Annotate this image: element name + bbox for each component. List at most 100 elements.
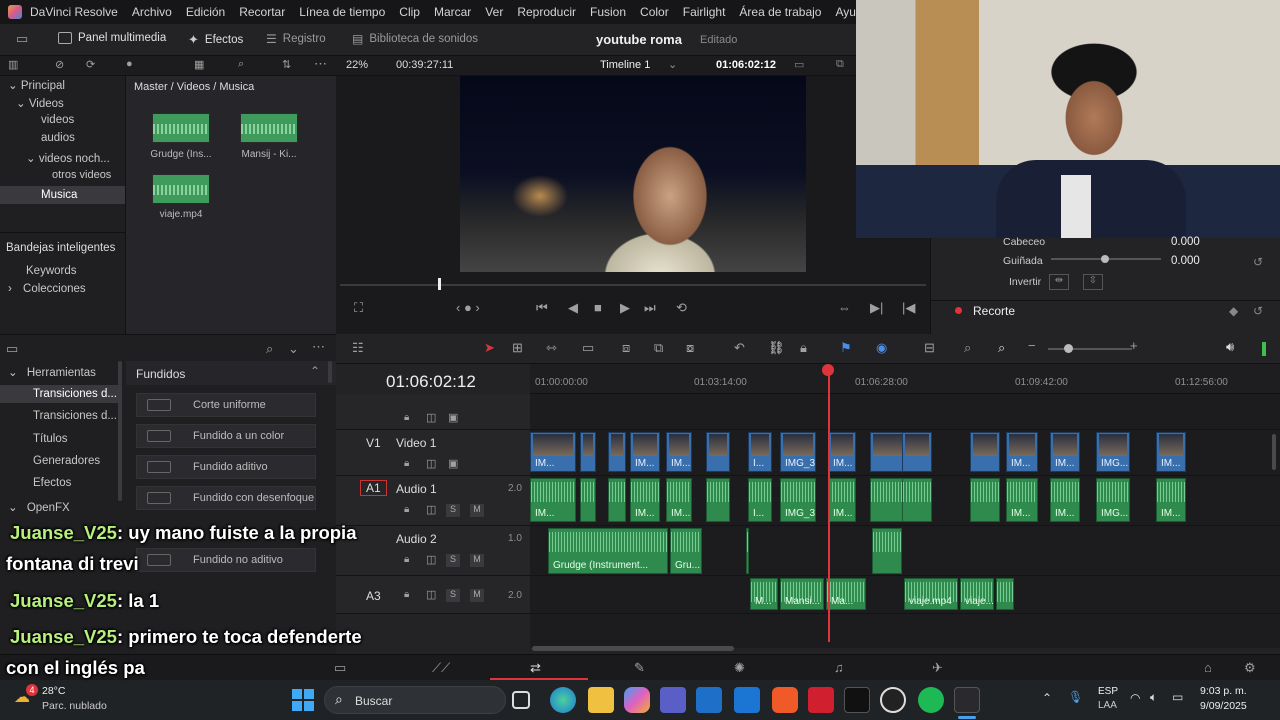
video-clip[interactable]: IM... [1050,432,1080,472]
zoom-level[interactable]: 22% [346,59,368,71]
keyboard-layout[interactable]: LAA [1098,700,1117,711]
file-explorer-icon[interactable] [588,687,614,713]
fairlight-page-icon[interactable]: ♫ [834,660,844,675]
bin-audios[interactable]: audios [41,132,75,144]
menu-linea-tiempo[interactable]: Línea de tiempo [299,5,385,19]
track-lane-v1[interactable]: IM... IM... IM... I... IMG_3... IM... IM... IM.… [530,430,1280,476]
microphone-icon[interactable]: 🎙︎ [1068,690,1083,704]
timeline-timecode[interactable]: 01:06:02:12 [386,372,476,392]
bin-principal[interactable]: ⌄ Principal [8,78,65,92]
sync-icon[interactable]: ⟳ [86,58,95,71]
solo-button[interactable]: S [446,589,460,602]
audio-clip[interactable]: IM... [828,478,856,522]
effects-button[interactable]: ✦ Efectos [188,32,243,48]
menu-edicion[interactable]: Edición [186,5,225,19]
audio-clip[interactable] [706,478,730,522]
store-icon[interactable] [696,687,722,713]
reset-icon[interactable]: ↺ [1253,304,1263,318]
audio-clip[interactable] [970,478,1000,522]
auto-select-icon[interactable]: ◫ [426,553,436,566]
audio-clip[interactable] [608,478,626,522]
speaker-icon[interactable]: 🔊︎ [1226,339,1234,355]
bin-musica[interactable]: Musica [0,186,125,204]
video-clip[interactable]: IM... [666,432,692,472]
spotify-icon[interactable] [918,687,944,713]
teams-icon[interactable] [660,687,686,713]
overwrite-clip-icon[interactable]: ⧉ [654,340,663,356]
outlook-icon[interactable] [734,687,760,713]
keyframe-diamond-icon[interactable]: ◆ [1229,304,1238,318]
auto-select-icon[interactable]: ◫ [426,588,436,601]
track-id-a1[interactable]: A1 [360,480,387,496]
menu-color[interactable]: Color [640,5,669,19]
fx-cat-audio-transitions[interactable]: Transiciones d... [33,410,117,422]
audio-clip[interactable] [996,578,1014,610]
track-visible-icon[interactable]: ▣ [448,411,458,424]
video-clip[interactable]: IMG_3... [780,432,816,472]
audio-clip[interactable]: IMG_3... [780,478,816,522]
video-clip[interactable] [706,432,730,472]
track-visible-icon[interactable]: ▣ [448,457,458,470]
timeline-options-icon[interactable]: ☷ [352,340,364,356]
audio-clip[interactable]: IMG... [1096,478,1130,522]
flip-horizontal-icon[interactable]: ⇹ [1049,274,1069,290]
video-clip[interactable] [608,432,626,472]
grid-view-icon[interactable]: ▦ [194,58,204,71]
video-clip[interactable]: IM... [1006,432,1038,472]
timeline-name[interactable]: Timeline 1 [600,59,650,71]
fx-cat-video-transitions[interactable]: Transiciones d... [0,385,118,403]
flip-vertical-icon[interactable]: ⇳ [1083,274,1103,290]
jog-icon[interactable]: ‹ ● › [456,300,480,315]
tray-chevron-up-icon[interactable]: ⌃ [1042,691,1052,705]
loop-icon[interactable]: ⟲ [676,300,687,316]
lock-icon[interactable]: 🔒︎ [404,554,409,565]
audio-clip[interactable] [902,478,932,522]
fx-non-additive[interactable]: Fundido no aditivo [136,548,316,572]
zoom-slider-knob[interactable] [1064,344,1073,353]
stop-icon[interactable]: ■ [594,300,602,315]
media-panel-button[interactable]: Panel multimedia [58,32,166,44]
lock-icon[interactable]: 🔒︎ [404,504,409,515]
scrubber-track[interactable] [340,284,926,286]
audio-clip[interactable]: viaje... [960,578,994,610]
panel-toggle-icon[interactable]: ▥ [8,58,18,71]
auto-select-icon[interactable]: ◫ [426,457,436,470]
menu-ver[interactable]: Ver [485,5,503,19]
clock-time[interactable]: 9:03 p. m. [1200,685,1247,697]
bin-videos-noche[interactable]: ⌄ videos noch... [26,151,110,165]
play-icon[interactable]: ▶ [620,300,630,316]
video-clip[interactable]: I... [748,432,772,472]
zoom-slider[interactable] [1048,348,1132,350]
index-button[interactable]: ☰ Registro [266,32,326,46]
menu-recortar[interactable]: Recortar [239,5,285,19]
lock-icon[interactable]: 🔒︎ [404,412,409,423]
scrubber-handle[interactable] [438,278,441,290]
scrollbar[interactable] [118,361,122,501]
davinci-resolve-taskbar-icon[interactable] [954,687,980,713]
language-code[interactable]: ESP [1098,686,1118,697]
menu-clip[interactable]: Clip [399,5,420,19]
snapping-icon[interactable]: ↶ [734,340,745,356]
bin-videos[interactable]: ⌄ Videos [16,96,64,110]
mute-button[interactable]: M [470,504,484,517]
audio-clip[interactable]: IM... [630,478,660,522]
link-icon[interactable]: ⊘ [55,58,64,71]
fx-additive[interactable]: Fundido aditivo [136,455,316,479]
cut-page-icon[interactable]: ⟋⟋ [432,660,450,676]
monitor-icon[interactable]: ▭ [16,31,28,47]
position-lock-icon[interactable]: 🔒︎ [800,340,807,356]
mcafee-icon[interactable] [808,687,834,713]
copilot-icon[interactable] [624,687,650,713]
audio-clip[interactable]: IM... [1006,478,1038,522]
menu-fairlight[interactable]: Fairlight [683,5,726,19]
video-clip[interactable]: IM... [828,432,856,472]
color-page-icon[interactable]: ✺ [734,660,745,676]
selection-tool-icon[interactable]: ➤ [484,340,495,356]
weather-desc[interactable]: Parc. nublado [42,700,107,712]
openfx-header[interactable]: ⌄ OpenFX [8,500,70,514]
track-name-v1[interactable]: Video 1 [396,436,436,450]
inspector-section-recorte[interactable]: Recorte [973,304,1015,318]
crop-icon[interactable]: ⛶ [354,300,363,316]
scrollbar[interactable] [328,361,332,383]
panel-toggle-icon[interactable]: ▭ [6,341,18,357]
